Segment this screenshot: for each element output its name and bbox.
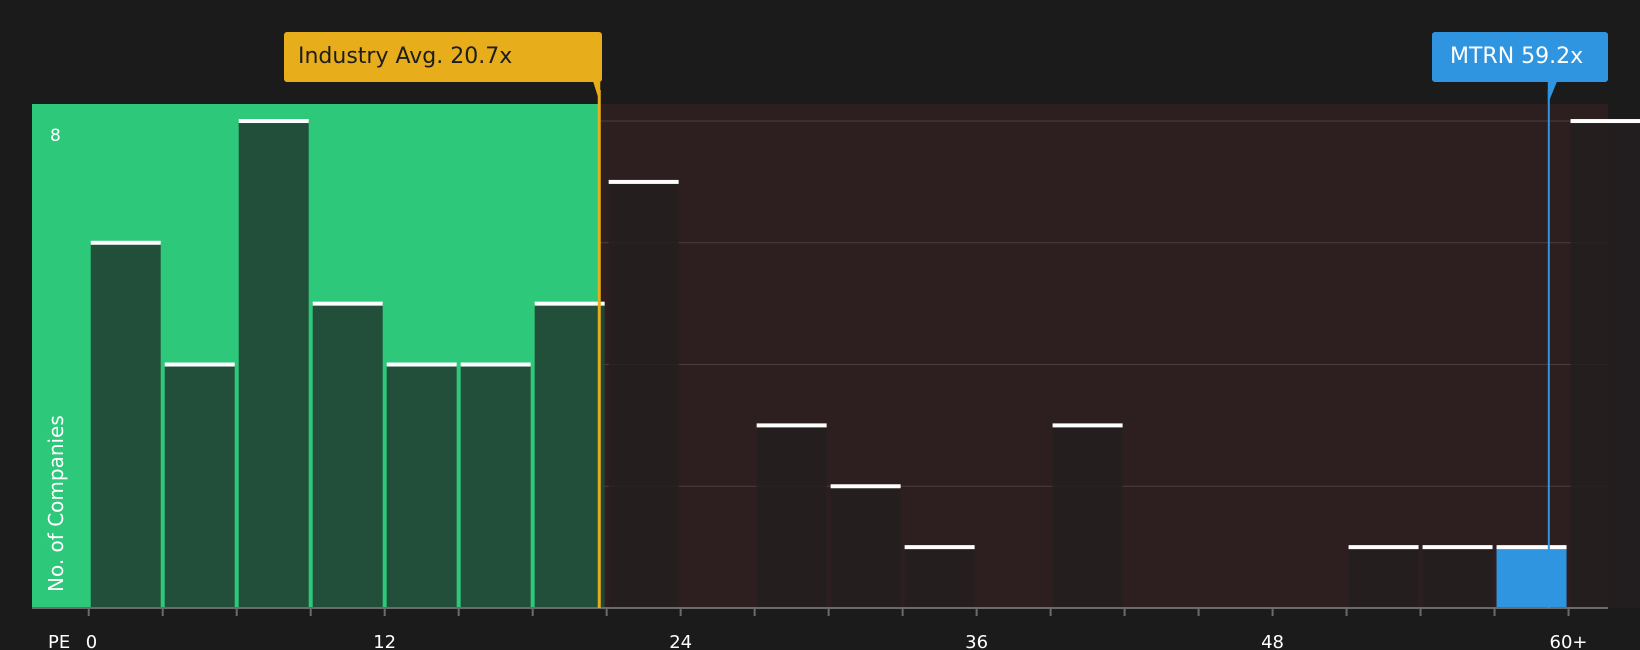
- bar-top-marker: [1052, 423, 1123, 428]
- bar-top-marker: [164, 362, 235, 367]
- histogram-bar: [312, 301, 383, 608]
- bar-body: [460, 364, 531, 608]
- histogram-bar: [1422, 545, 1493, 608]
- bar-body: [904, 547, 975, 608]
- histogram-bar: [904, 545, 975, 608]
- histogram-bar: [164, 362, 235, 608]
- y-axis-ticks: 8: [50, 126, 61, 146]
- bar-top-marker: [90, 240, 161, 245]
- x-tick-label: 36: [965, 632, 988, 650]
- histogram-bar: [1496, 545, 1567, 608]
- bar-body: [1570, 121, 1640, 608]
- bar-body: [1422, 547, 1493, 608]
- histogram-bar: [608, 179, 679, 609]
- bar-body: [312, 303, 383, 608]
- y-axis-label: No. of Companies: [44, 415, 68, 592]
- x-tick-label: 48: [1261, 632, 1284, 650]
- bar-body: [90, 242, 161, 609]
- y-tick-label: 8: [50, 126, 61, 146]
- bar-body: [830, 486, 901, 608]
- bar-body: [608, 181, 679, 609]
- histogram-bar: [238, 119, 309, 608]
- histogram-bar: [1052, 423, 1123, 608]
- bar-top-marker: [1570, 119, 1640, 124]
- x-tick-label: 12: [373, 632, 396, 650]
- histogram-bar: [534, 301, 605, 608]
- histogram-bar: [1348, 545, 1419, 608]
- bar-top-marker: [534, 301, 605, 306]
- bar-top-marker: [386, 362, 457, 367]
- bar-body: [534, 303, 605, 608]
- bar-body: [386, 364, 457, 608]
- bar-top-marker: [608, 179, 679, 184]
- x-tick-label: 24: [669, 632, 692, 650]
- bar-body: [1496, 547, 1567, 608]
- bar-top-marker: [460, 362, 531, 367]
- bar-top-marker: [1348, 545, 1419, 550]
- bar-body: [1348, 547, 1419, 608]
- bar-top-marker: [904, 545, 975, 550]
- histogram-bar: [90, 240, 161, 609]
- bar-body: [1052, 425, 1123, 608]
- bar-top-marker: [830, 484, 901, 489]
- histogram-bar: [756, 423, 827, 608]
- x-axis-label: PE: [48, 632, 70, 650]
- bar-body: [164, 364, 235, 608]
- bar-top-marker: [312, 301, 383, 306]
- bar-top-marker: [756, 423, 827, 428]
- histogram-bar: [460, 362, 531, 608]
- bar-top-marker: [238, 119, 309, 124]
- bar-body: [756, 425, 827, 608]
- bar-body: [238, 121, 309, 608]
- x-tick-label: 60+: [1550, 632, 1588, 650]
- pe-distribution-chart: 0 12 24 36 48 60+ 8 PE No. of Companies: [0, 0, 1640, 650]
- bar-top-marker: [1422, 545, 1493, 550]
- bar-top-marker: [1496, 545, 1567, 550]
- histogram-bar: [1570, 119, 1640, 608]
- x-tick-label: 0: [86, 632, 97, 650]
- histogram-bar: [830, 484, 901, 608]
- industry-average-callout: Industry Avg. 20.7x: [284, 32, 602, 82]
- company-pe-callout: MTRN 59.2x: [1432, 32, 1608, 82]
- histogram-bar: [386, 362, 457, 608]
